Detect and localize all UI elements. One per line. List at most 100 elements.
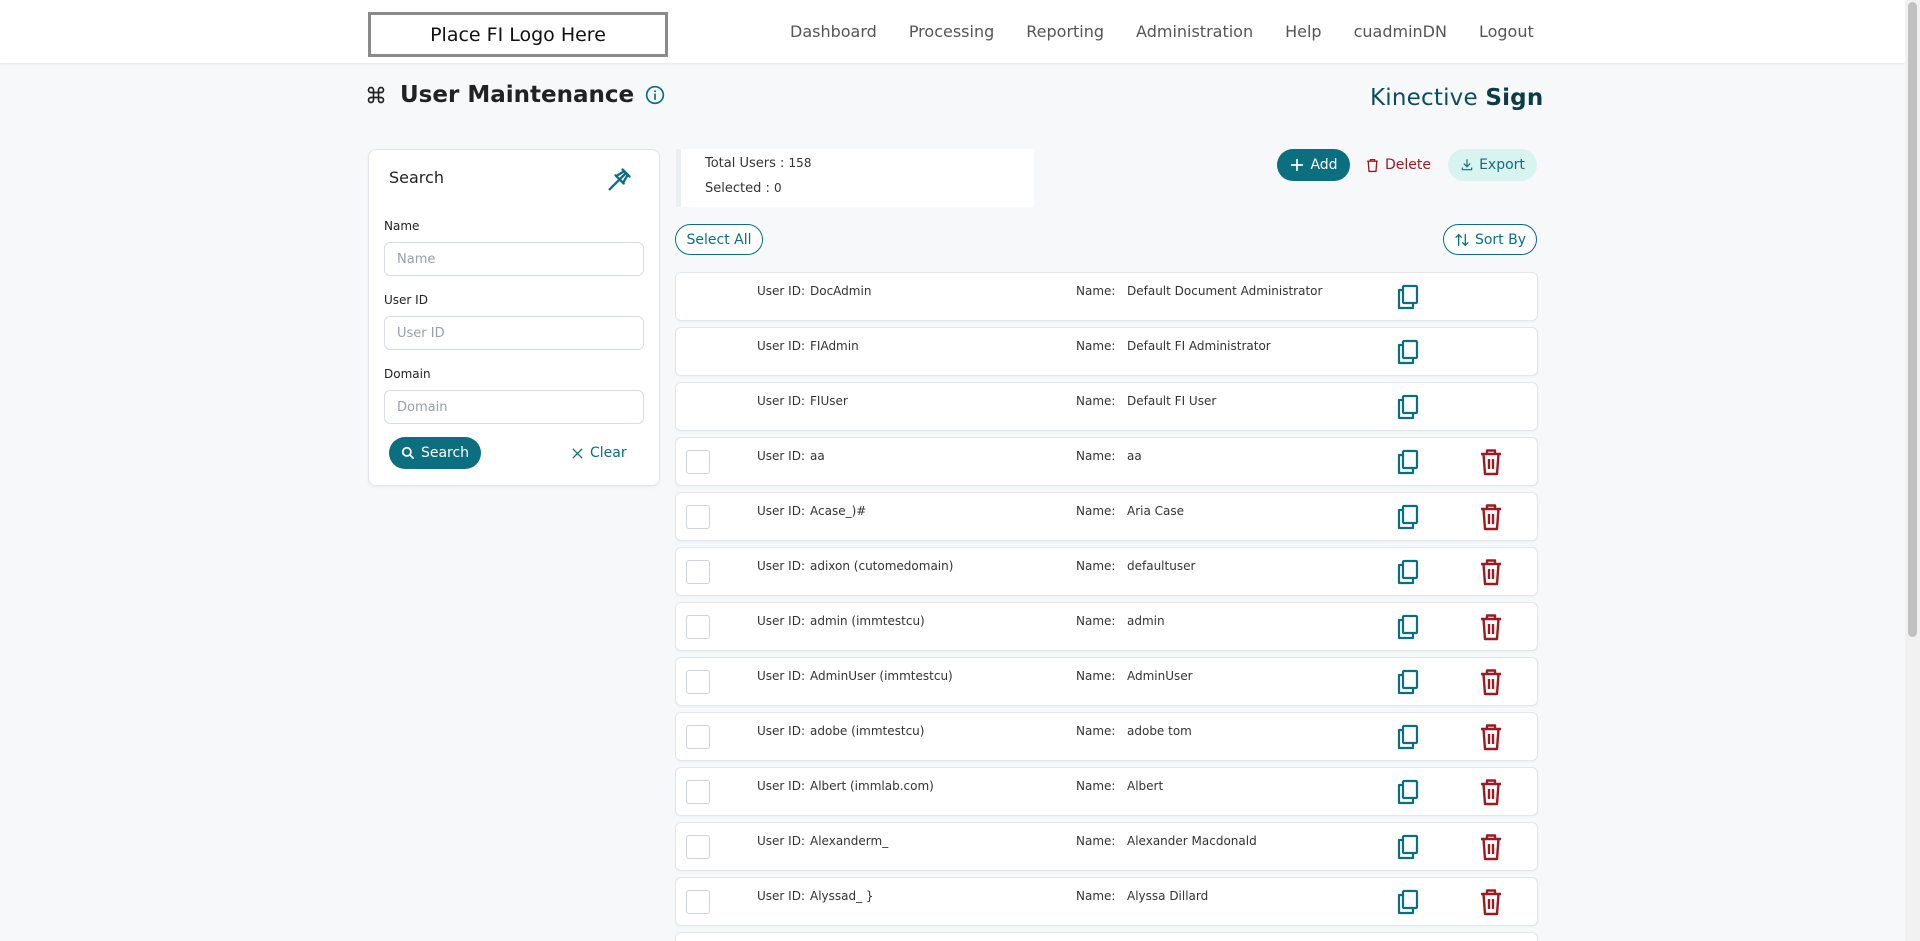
row-checkbox[interactable] [686, 560, 710, 584]
row-checkbox[interactable] [686, 450, 710, 474]
user-row[interactable]: User ID: adixon (cutomedomain) Name: def… [675, 547, 1538, 596]
nav-help[interactable]: Help [1285, 22, 1321, 41]
userid-field-label: User ID [384, 293, 428, 307]
nav-user-account[interactable]: cuadminDN [1354, 22, 1447, 41]
pin-icon[interactable] [605, 166, 633, 194]
nav-administration[interactable]: Administration [1136, 22, 1253, 41]
name-value: admin [1127, 614, 1165, 628]
trash-icon[interactable] [1479, 833, 1503, 861]
copy-icon[interactable] [1396, 339, 1420, 365]
trash-icon[interactable] [1479, 723, 1503, 751]
nav-logout[interactable]: Logout [1479, 22, 1534, 41]
domain-field-label: Domain [384, 367, 431, 381]
delete-users-button[interactable]: Delete [1366, 149, 1431, 181]
close-icon [572, 447, 583, 459]
trash-icon[interactable] [1479, 888, 1503, 916]
user-id-value: Albert (immlab.com) [810, 779, 934, 793]
search-icon [401, 446, 415, 460]
select-all-button[interactable]: Select All [675, 224, 763, 255]
top-navigation-bar: Place FI Logo Here Dashboard Processing … [0, 0, 1905, 63]
page-header: User Maintenance [366, 82, 665, 108]
user-id-value: DocAdmin [810, 284, 872, 298]
user-row[interactable]: User ID: admin (immtestcu) Name: admin [675, 602, 1538, 651]
user-id-value: adobe (immtestcu) [810, 724, 925, 738]
user-id-label: User ID: [757, 559, 805, 573]
user-row[interactable]: User ID: FIUser Name: Default FI User [675, 382, 1538, 431]
nav-dashboard[interactable]: Dashboard [790, 22, 877, 41]
page-scrollbar[interactable] [1905, 0, 1920, 941]
user-row[interactable]: User ID: Alyssad_ } Name: Alyssa Dillard [675, 877, 1538, 926]
command-icon [367, 86, 385, 104]
name-value: Alexander Macdonald [1127, 834, 1257, 848]
user-row[interactable]: User ID: adobe (immtestcu) Name: adobe t… [675, 712, 1538, 761]
row-checkbox[interactable] [686, 835, 710, 859]
user-row[interactable]: User ID: Acase_)# Name: Aria Case [675, 492, 1538, 541]
user-row[interactable]: User ID: Alexanderm_ Name: Alexander Mac… [675, 822, 1538, 871]
copy-icon[interactable] [1396, 779, 1420, 805]
nav-reporting[interactable]: Reporting [1026, 22, 1104, 41]
copy-icon[interactable] [1396, 834, 1420, 860]
user-row[interactable]: User ID: DocAdmin Name: Default Document… [675, 272, 1538, 321]
row-checkbox[interactable] [686, 505, 710, 529]
user-row[interactable]: User ID: AdminUser (immtestcu) Name: Adm… [675, 657, 1538, 706]
name-input[interactable] [384, 242, 644, 276]
row-checkbox[interactable] [686, 615, 710, 639]
search-button[interactable]: Search [389, 437, 481, 469]
user-row[interactable]: User ID: aa Name: aa [675, 437, 1538, 486]
domain-input[interactable] [384, 390, 644, 424]
nav-processing[interactable]: Processing [909, 22, 994, 41]
trash-icon[interactable] [1479, 778, 1503, 806]
user-id-value: adixon (cutomedomain) [810, 559, 954, 573]
trash-icon[interactable] [1479, 558, 1503, 586]
trash-icon[interactable] [1479, 448, 1503, 476]
export-button[interactable]: Export [1448, 149, 1537, 181]
copy-icon[interactable] [1396, 724, 1420, 750]
scrollbar-thumb[interactable] [1908, 2, 1917, 637]
copy-icon[interactable] [1396, 449, 1420, 475]
trash-icon[interactable] [1479, 613, 1503, 641]
name-field-label: Name [384, 219, 420, 233]
sort-by-button[interactable]: Sort By [1443, 224, 1537, 255]
row-checkbox[interactable] [686, 780, 710, 804]
delete-button-label: Delete [1385, 157, 1431, 173]
user-id-label: User ID: [757, 614, 805, 628]
add-user-button[interactable]: Add [1277, 149, 1350, 181]
user-row[interactable]: User ID: Albert (immlab.com) Name: Alber… [675, 767, 1538, 816]
sort-icon [1455, 233, 1469, 246]
copy-icon[interactable] [1396, 614, 1420, 640]
name-value: AdminUser [1127, 669, 1193, 683]
plus-icon [1291, 158, 1304, 172]
main-nav: Dashboard Processing Reporting Administr… [790, 0, 1534, 63]
selected-users: Selected : 0 [705, 181, 782, 196]
copy-icon[interactable] [1396, 669, 1420, 695]
user-id-label: User ID: [757, 834, 805, 848]
row-checkbox[interactable] [686, 670, 710, 694]
name-value: aa [1127, 449, 1142, 463]
user-row[interactable]: User ID: FIAdmin Name: Default FI Admini… [675, 327, 1538, 376]
copy-icon[interactable] [1396, 889, 1420, 915]
clear-button-label: Clear [590, 445, 627, 461]
user-summary: Total Users : 158 Selected : 0 [676, 149, 1034, 207]
fi-logo-placeholder[interactable]: Place FI Logo Here [368, 12, 668, 57]
userid-input[interactable] [384, 316, 644, 350]
name-label: Name: [1076, 339, 1116, 353]
name-value: Default FI User [1127, 394, 1217, 408]
name-label: Name: [1076, 449, 1116, 463]
info-icon[interactable] [645, 85, 665, 105]
copy-icon[interactable] [1396, 504, 1420, 530]
total-users-label: Total Users : [705, 156, 789, 171]
search-button-label: Search [420, 445, 470, 461]
name-label: Name: [1076, 284, 1116, 298]
trash-icon[interactable] [1479, 503, 1503, 531]
user-row[interactable] [675, 932, 1538, 941]
clear-button[interactable]: Clear [571, 437, 627, 469]
copy-icon[interactable] [1396, 284, 1420, 310]
trash-icon[interactable] [1479, 668, 1503, 696]
row-checkbox[interactable] [686, 890, 710, 914]
copy-icon[interactable] [1396, 559, 1420, 585]
user-id-label: User ID: [757, 449, 805, 463]
selected-users-label: Selected : [705, 181, 774, 196]
row-checkbox[interactable] [686, 725, 710, 749]
copy-icon[interactable] [1396, 394, 1420, 420]
user-id-label: User ID: [757, 669, 805, 683]
